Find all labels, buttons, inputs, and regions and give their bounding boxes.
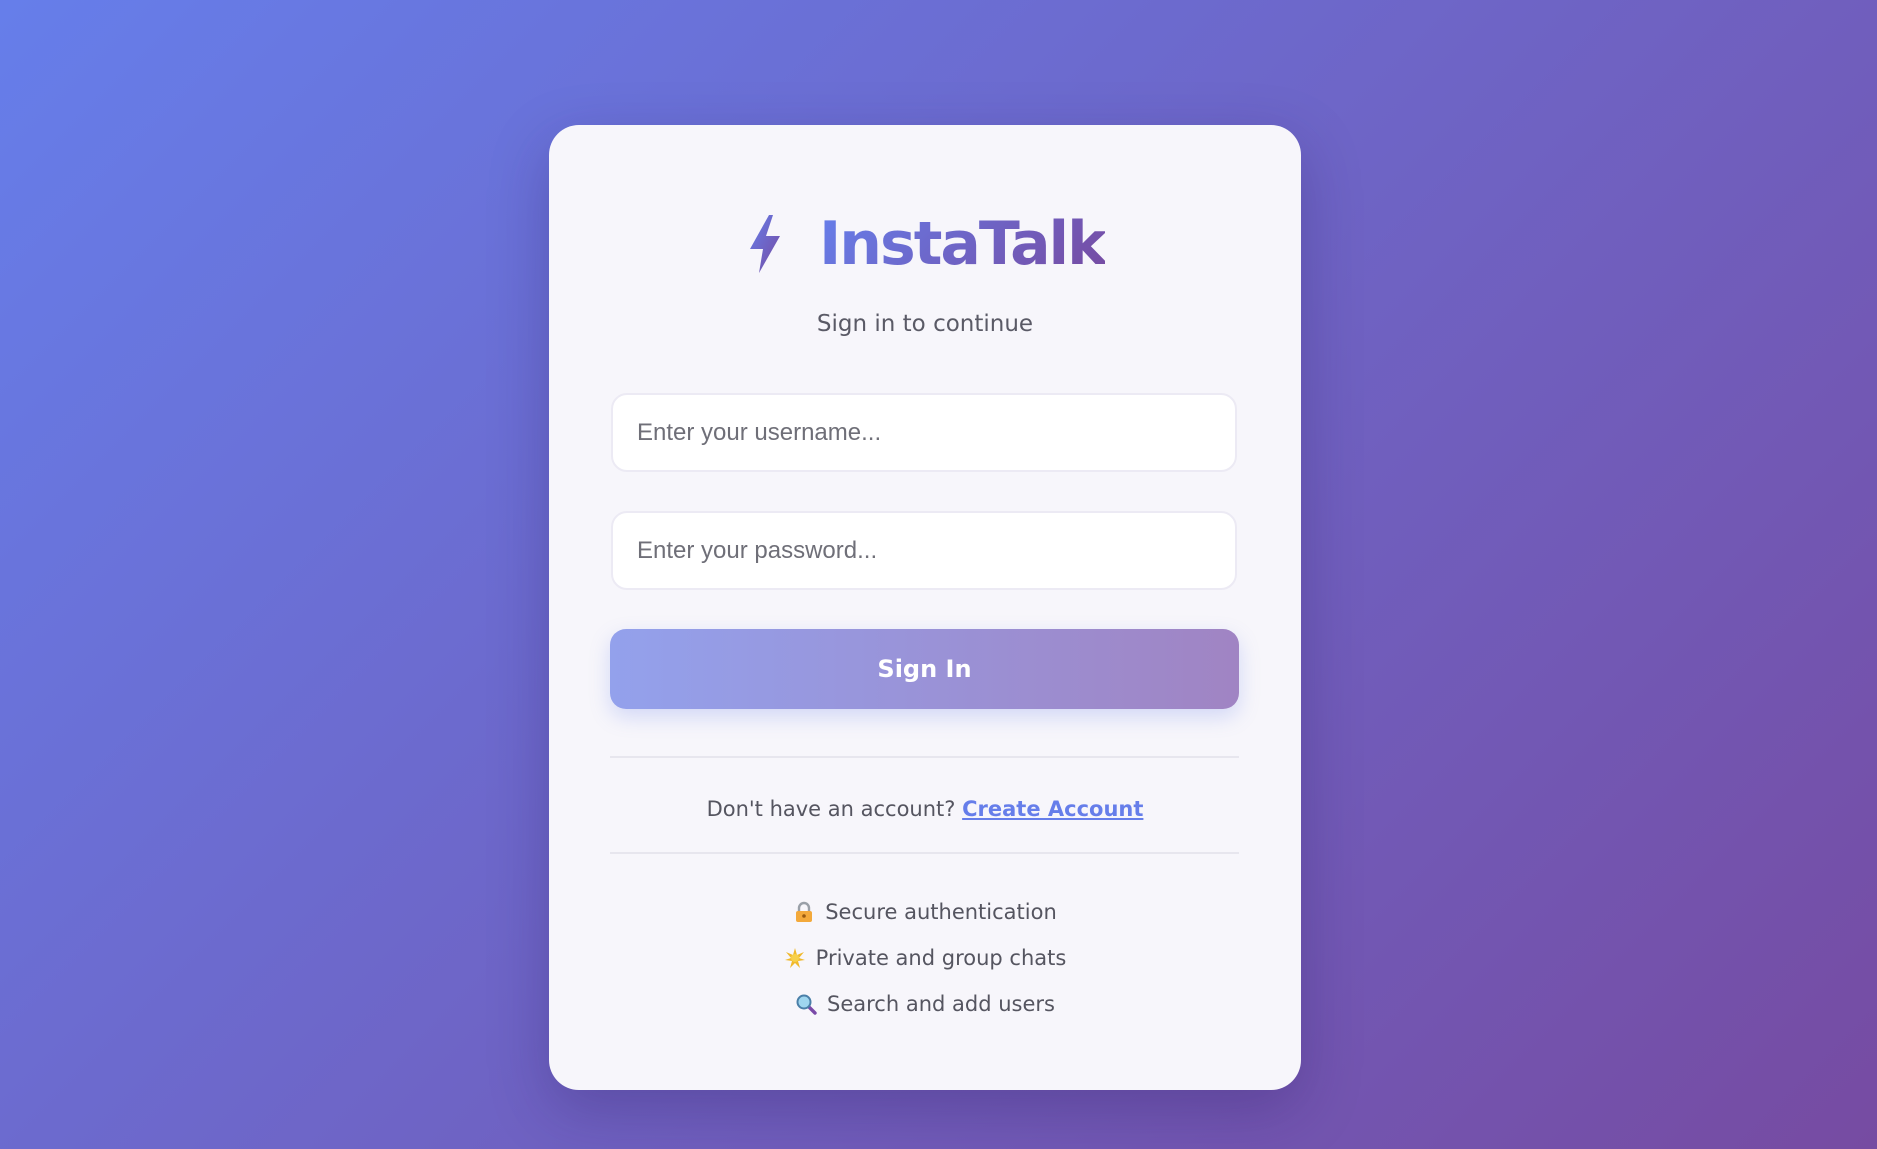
brand-header: InstaTalk (549, 201, 1301, 287)
create-account-link[interactable]: Create Account (962, 797, 1143, 821)
feature-item: Search and add users (549, 981, 1301, 1027)
divider (610, 852, 1239, 854)
app-title: InstaTalk (818, 209, 1107, 279)
feature-item: Private and group chats (549, 935, 1301, 981)
feature-label: Secure authentication (825, 900, 1057, 924)
sparkle-icon (784, 947, 806, 969)
feature-label: Private and group chats (815, 946, 1067, 970)
page-subtitle: Sign in to continue (816, 311, 1034, 337)
feature-label: Search and add users (827, 992, 1055, 1016)
login-card: InstaTalk Sign in to continue Sign In Do… (549, 125, 1301, 1090)
feature-item: Secure authentication (549, 889, 1301, 935)
divider (610, 756, 1239, 758)
signup-prompt-row: Don't have an account? Create Account (549, 797, 1301, 821)
lightning-bolt-icon (745, 214, 785, 274)
lock-icon (793, 901, 815, 923)
password-input[interactable] (611, 511, 1237, 590)
sign-in-button[interactable]: Sign In (610, 629, 1239, 709)
feature-list: Secure authentication Private and group … (549, 889, 1301, 1027)
magnifier-icon (795, 993, 817, 1015)
username-input[interactable] (611, 393, 1237, 472)
signup-prompt: Don't have an account? (706, 797, 956, 821)
